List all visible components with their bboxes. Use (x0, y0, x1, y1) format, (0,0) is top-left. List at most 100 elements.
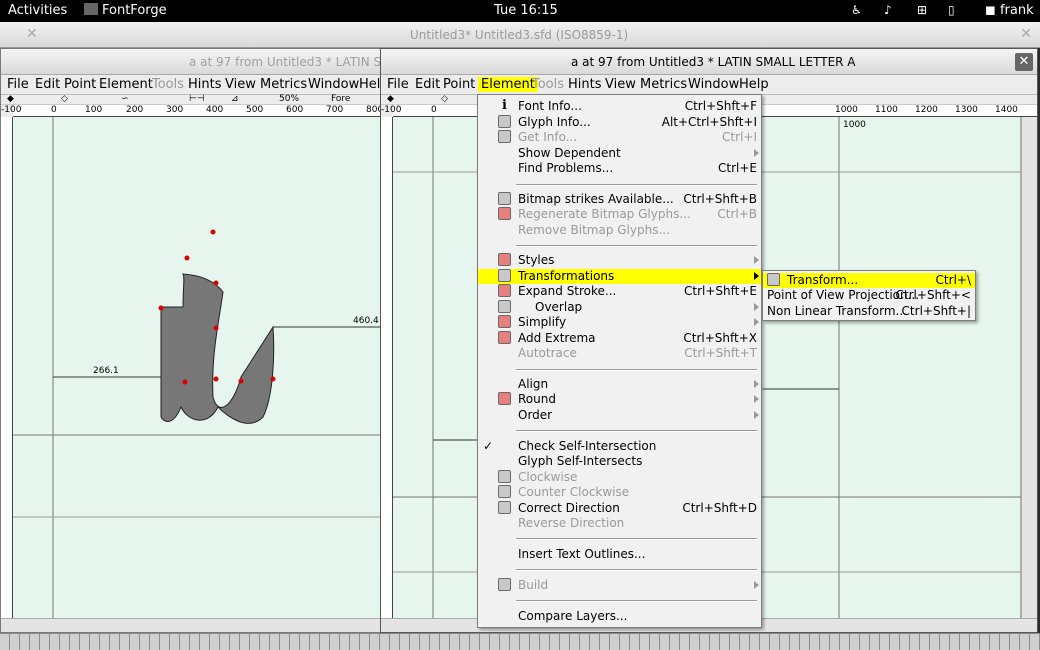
menu-item-reverse-direction[interactable]: Reverse Direction (478, 516, 761, 531)
user-menu[interactable]: ◼ frank (985, 3, 1034, 18)
submenu-item-transform[interactable]: Transform... Ctrl+\ (763, 273, 975, 288)
left-glyph-window[interactable]: a at 97 from Untitled3 * LATIN S File Ed… (0, 48, 382, 633)
glyph-outline[interactable]: 266.1 460.4 (13, 117, 381, 618)
menu-item-simplify[interactable]: Simplify (478, 315, 761, 330)
glyph-point[interactable] (213, 325, 219, 331)
pointer-tool-icon[interactable]: ◆ (387, 94, 394, 104)
angle-tool-icon[interactable]: ⊿ (231, 94, 239, 104)
menu-item-round[interactable]: Round (478, 392, 761, 407)
left-glyph-canvas[interactable]: 266.1 460.4 (13, 117, 381, 618)
menu-help[interactable]: Help (359, 77, 381, 92)
menu-metrics[interactable]: Metrics (260, 77, 307, 92)
close-icon[interactable]: ✕ (1020, 26, 1032, 42)
menu-item-correct-direction[interactable]: Correct Direction Ctrl+Shft+D (478, 501, 761, 516)
menu-item-compare-layers[interactable]: Compare Layers... (478, 609, 761, 624)
menu-item-font-info[interactable]: i Font Info... Ctrl+Shft+F (478, 99, 761, 114)
ruler-label: 600 (286, 105, 304, 115)
right-side-ruler (381, 117, 393, 618)
submenu-arrow-icon (754, 318, 759, 326)
submenu-item-point-of-view[interactable]: Point of View Projection... Ctrl+Shft+< (763, 288, 975, 303)
ruler-label: 1100 (875, 105, 898, 115)
glyph-point[interactable] (182, 379, 188, 385)
menu-edit[interactable]: Edit (35, 77, 60, 92)
glyph-point[interactable] (213, 376, 219, 382)
glyph-point[interactable] (184, 255, 190, 261)
glyph-point[interactable] (238, 378, 244, 384)
menu-file[interactable]: File (7, 77, 29, 92)
menu-item-remove-bitmap[interactable]: Remove Bitmap Glyphs... (478, 223, 761, 238)
menu-item-build[interactable]: Build (478, 578, 761, 593)
submenu-item-non-linear[interactable]: Non Linear Transform... Ctrl+Shft+| (763, 304, 975, 319)
app-menu[interactable]: FontForge (84, 3, 167, 18)
menu-item-insert-text-outlines[interactable]: Insert Text Outlines... (478, 547, 761, 562)
menu-separator (516, 600, 757, 602)
menu-hints[interactable]: Hints (568, 77, 602, 92)
menu-tools[interactable]: Tools (532, 77, 564, 92)
glyph-point[interactable] (213, 280, 219, 286)
menu-view[interactable]: View (225, 77, 256, 92)
glyph-point[interactable] (158, 305, 164, 311)
menu-element[interactable]: Element (478, 77, 538, 92)
menu-item-find-problems[interactable]: Find Problems... Ctrl+E (478, 161, 761, 176)
glyph-point[interactable] (210, 229, 216, 235)
pointer-tool-icon[interactable]: ◆ (7, 94, 14, 104)
menu-item-bitmap-strikes[interactable]: Bitmap strikes Available... Ctrl+Shft+B (478, 192, 761, 207)
ruler-label: -100 (1, 105, 22, 115)
menu-item-get-info[interactable]: Get Info... Ctrl+I (478, 130, 761, 145)
point-tool-icon[interactable]: ◇ (61, 94, 68, 104)
menu-window[interactable]: Window (688, 77, 739, 92)
clock[interactable]: Tue 16:15 (494, 3, 558, 18)
top-bar: Activities FontForge Tue 16:15 ♿ ♪ ⊞ ▯ ◼… (0, 0, 1040, 22)
menu-help[interactable]: Help (739, 77, 769, 92)
menu-item-glyph-self-intersects[interactable]: Glyph Self-Intersects (478, 454, 761, 469)
point-tool-icon[interactable]: ◇ (441, 94, 448, 104)
left-window-titlebar[interactable]: a at 97 from Untitled3 * LATIN S (1, 49, 381, 75)
menu-item-glyph-info[interactable]: Glyph Info... Alt+Ctrl+Shft+I (478, 115, 761, 130)
menu-item-order[interactable]: Order (478, 408, 761, 423)
close-icon[interactable]: ✕ (1015, 53, 1033, 71)
menu-item-clockwise[interactable]: Clockwise (478, 470, 761, 485)
curve-tool-icon[interactable]: ∽ (121, 94, 129, 104)
background-window-titlebar[interactable]: ✕ Untitled3* Untitled3.sfd (ISO8859-1) ✕ (0, 22, 1040, 48)
menu-item-regenerate-bitmap[interactable]: Regenerate Bitmap Glyphs... Ctrl+B (478, 207, 761, 222)
element-menu[interactable]: i Font Info... Ctrl+Shft+F Glyph Info... Al… (477, 94, 762, 628)
right-vertical-scrollbar[interactable] (1021, 117, 1037, 618)
menu-point[interactable]: Point (443, 77, 475, 92)
menu-element[interactable]: Element (99, 77, 153, 92)
left-menubar: File Edit Point Element Tools Hints View… (1, 75, 381, 95)
menu-file[interactable]: File (387, 77, 409, 92)
menu-view[interactable]: View (605, 77, 636, 92)
glyph-point[interactable] (270, 376, 276, 382)
menu-window[interactable]: Window (308, 77, 359, 92)
menu-item-overlap[interactable]: Overlap (478, 300, 761, 315)
menu-hints[interactable]: Hints (188, 77, 222, 92)
battery-icon[interactable]: ▯ (948, 3, 955, 17)
accessibility-icon[interactable]: ♿ (851, 3, 862, 17)
menu-item-expand-stroke[interactable]: Expand Stroke... Ctrl+Shft+E (478, 284, 761, 299)
menu-item-show-dependent[interactable]: Show Dependent (478, 146, 761, 161)
right-window-title: a at 97 from Untitled3 * LATIN SMALL LET… (571, 55, 856, 69)
right-window-titlebar[interactable]: a at 97 from Untitled3 * LATIN SMALL LET… (381, 49, 1037, 75)
network-icon[interactable]: ⊞ (917, 3, 927, 17)
measure-tool-icon[interactable]: ⊢⊣ (189, 94, 205, 104)
menu-item-styles[interactable]: Styles (478, 253, 761, 268)
menu-item-counter-clockwise[interactable]: Counter Clockwise (478, 485, 761, 500)
ruler-label: 0 (431, 105, 437, 115)
menu-item-transformations[interactable]: Transformations (478, 269, 761, 284)
menu-point[interactable]: Point (64, 77, 96, 92)
transformations-submenu[interactable]: Transform... Ctrl+\ Point of View Project… (762, 270, 976, 321)
activities-button[interactable]: Activities (8, 3, 67, 18)
menu-tools[interactable]: Tools (152, 77, 184, 92)
menu-edit[interactable]: Edit (415, 77, 440, 92)
ruler-label: 1400 (995, 105, 1018, 115)
left-horizontal-scrollbar[interactable] (1, 618, 381, 632)
menu-item-align[interactable]: Align (478, 377, 761, 392)
menu-item-autotrace[interactable]: Autotrace Ctrl+Shft+T (478, 346, 761, 361)
close-icon[interactable]: ✕ (26, 26, 38, 42)
menu-item-add-extrema[interactable]: Add Extrema Ctrl+Shft+X (478, 331, 761, 346)
volume-icon[interactable]: ♪ (884, 3, 892, 17)
correct-direction-icon (498, 501, 511, 514)
submenu-arrow-icon (754, 581, 759, 589)
menu-metrics[interactable]: Metrics (640, 77, 687, 92)
menu-item-check-self-intersection[interactable]: ✓ Check Self-Intersection (478, 439, 761, 454)
